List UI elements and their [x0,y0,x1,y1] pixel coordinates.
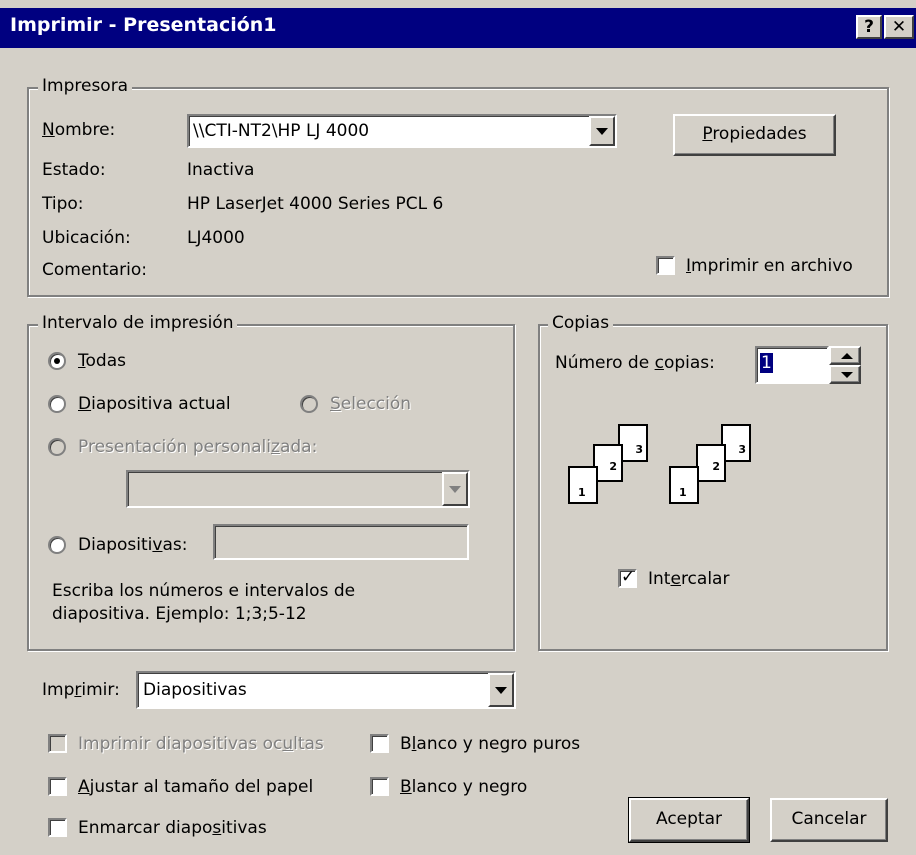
printer-group-label: Impresora [38,76,133,96]
printer-status-value: Inactiva [187,160,255,180]
copies-count-input[interactable]: 1 [755,346,829,384]
custom-show-dropdown-button [442,472,468,506]
printer-name-label: Nombre: [42,120,116,140]
printer-name-dropdown-button[interactable] [589,116,615,146]
collate-illustration-2: 3 2 1 [669,424,769,506]
custom-show-select [126,470,470,508]
range-all-radio[interactable] [48,352,66,370]
fit-to-paper-checkbox[interactable] [48,777,67,796]
print-range-group-label: Intervalo de impresión [38,313,238,333]
printer-name-value: \\CTI-NT2\HP LJ 4000 [193,121,370,141]
range-hint: Escriba los números e intervalos de diap… [52,580,355,626]
range-custom-show-label: Presentación personalizada: [78,437,318,457]
range-selection-label: Selección [330,394,412,414]
window-title: Imprimir - Presentación1 [10,14,277,36]
printer-type-label: Tipo: [42,194,84,214]
black-white-label[interactable]: Blanco y negro [400,777,527,797]
printer-type-value: HP LaserJet 4000 Series PCL 6 [187,194,444,214]
copies-down-button[interactable] [829,365,861,384]
frame-slides-label[interactable]: Enmarcar diapositivas [78,818,267,838]
print-what-value: Diapositivas [143,680,247,700]
print-to-file-checkbox[interactable] [656,256,675,275]
chevron-up-icon [841,353,853,359]
copies-up-button[interactable] [829,346,861,365]
chevron-down-icon [841,372,853,378]
collate-illustration-1: 3 2 1 [568,424,668,506]
close-button[interactable]: ✕ [884,15,914,39]
printer-name-select[interactable]: \\CTI-NT2\HP LJ 4000 [187,114,617,148]
range-slides-radio[interactable] [48,536,66,554]
print-to-file-label[interactable]: Imprimir en archivo [686,256,853,276]
page-icon: 1 [669,466,699,504]
range-current-slide-label[interactable]: Diapositiva actual [78,394,231,414]
checkmark-icon: ✓ [621,567,636,587]
printer-location-label: Ubicación: [42,228,131,248]
collate-label[interactable]: Intercalar [648,569,729,589]
help-button[interactable]: ? [856,15,882,39]
slides-input [213,524,469,560]
copies-count-label: Número de copias: [555,353,715,373]
print-what-dropdown-button[interactable] [488,673,514,707]
printer-status-label: Estado: [42,160,106,180]
properties-button[interactable]: Propiedades [673,114,836,156]
print-hidden-slides-label: Imprimir diapositivas ocultas [78,734,324,754]
radio-selected-dot [54,358,60,364]
chevron-down-icon [449,486,461,493]
chevron-down-icon [495,687,507,694]
range-current-slide-radio[interactable] [48,395,66,413]
range-custom-show-radio [48,438,66,456]
printer-location-value: LJ4000 [187,228,245,248]
pure-black-white-label[interactable]: Blanco y negro puros [400,734,580,754]
copies-count-value: 1 [760,353,773,373]
chevron-down-icon [596,128,608,135]
collate-checkbox[interactable]: ✓ [618,567,637,588]
copies-group-label: Copias [548,313,614,333]
print-what-select[interactable]: Diapositivas [136,671,516,709]
printer-comment-label: Comentario: [42,260,147,280]
cancel-button[interactable]: Cancelar [770,798,888,842]
copies-spinner[interactable] [829,346,861,384]
black-white-checkbox[interactable] [370,777,389,796]
print-hidden-slides-checkbox [48,734,67,753]
ok-button[interactable]: Aceptar [628,797,750,843]
pure-black-white-checkbox[interactable] [370,734,389,753]
range-hint-line1: Escriba los números e intervalos de [52,581,356,601]
frame-slides-checkbox[interactable] [48,818,67,837]
range-selection-radio [300,395,318,413]
page-icon: 1 [568,466,598,504]
range-slides-label[interactable]: Diapositivas: [78,535,187,555]
range-hint-line2: diapositiva. Ejemplo: 1;3;5-12 [52,604,307,624]
print-what-label: Imprimir: [42,680,120,700]
page-icon: 2 [696,444,726,482]
fit-to-paper-label[interactable]: Ajustar al tamaño del papel [78,777,313,797]
print-dialog: Imprimir - Presentación1 ? ✕ Impresora N… [0,0,916,855]
range-all-label[interactable]: Todas [78,351,126,371]
